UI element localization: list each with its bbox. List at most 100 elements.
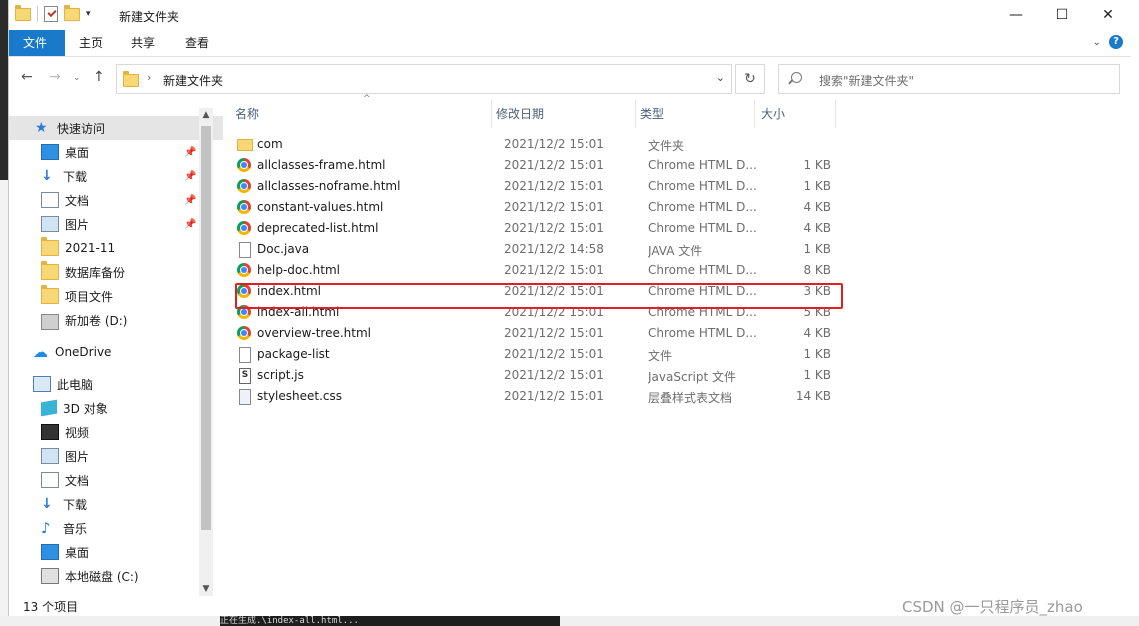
file-date: 2021/12/2 15:01 <box>504 347 604 361</box>
tab-file[interactable]: 文件 <box>9 30 65 56</box>
new-folder-icon[interactable] <box>64 4 80 21</box>
nav-item-videos[interactable]: 视频 <box>9 420 89 444</box>
column-header-name[interactable]: 名称 <box>235 100 259 128</box>
nav-item-2021-11[interactable]: 2021-11 <box>9 236 115 260</box>
file-name: allclasses-frame.html <box>257 158 386 172</box>
ribbon-right-controls: ⌄ ? <box>1093 35 1123 49</box>
nav-item-documents[interactable]: 文档 <box>9 188 89 212</box>
file-row[interactable]: Doc.java 2021/12/2 14:58 JAVA 文件 1 KB <box>233 239 835 260</box>
file-type: JAVA 文件 <box>648 244 703 258</box>
nav-label: 桌面 <box>65 145 90 160</box>
nav-item-pictures-pc[interactable]: 图片 <box>9 444 89 468</box>
path-separator-icon[interactable]: › <box>147 71 151 84</box>
nav-item-desktop-pc[interactable]: 桌面 <box>9 540 89 564</box>
recent-locations-icon[interactable]: ⌄ <box>73 73 81 83</box>
minimize-button[interactable]: — <box>993 0 1039 30</box>
chrome-html-icon <box>237 221 251 235</box>
file-date: 2021/12/2 15:01 <box>504 200 604 214</box>
scroll-up-icon[interactable]: ▲ <box>199 110 213 120</box>
nav-item-music[interactable]: ♪ 音乐 <box>9 516 87 540</box>
column-header-size[interactable]: 大小 <box>761 100 785 128</box>
file-date: 2021/12/2 15:01 <box>504 221 604 235</box>
expand-ribbon-icon[interactable]: ⌄ <box>1093 37 1101 48</box>
local-disk-icon <box>41 568 59 584</box>
column-divider[interactable] <box>835 100 836 128</box>
properties-icon[interactable] <box>44 6 58 22</box>
tab-view[interactable]: 查看 <box>171 30 223 56</box>
nav-label: 2021-11 <box>65 241 116 255</box>
nav-item-3d-objects[interactable]: 3D 对象 <box>9 396 108 420</box>
nav-item-local-disk-c[interactable]: 本地磁盘 (C:) <box>9 564 139 588</box>
nav-item-project-files[interactable]: 项目文件 <box>9 284 113 308</box>
nav-label: 新加卷 (D:) <box>65 313 128 328</box>
nav-item-documents-pc[interactable]: 文档 <box>9 468 89 492</box>
file-row[interactable]: help-doc.html 2021/12/2 15:01 Chrome HTM… <box>233 260 835 281</box>
column-divider[interactable] <box>635 100 636 128</box>
file-type: Chrome HTML D... <box>648 200 757 214</box>
file-size: 4 KB <box>803 221 831 235</box>
file-row[interactable]: deprecated-list.html 2021/12/2 15:01 Chr… <box>233 218 835 239</box>
nav-item-drive-d[interactable]: 新加卷 (D:) <box>9 308 127 332</box>
document-icon <box>41 472 59 488</box>
address-dropdown-icon[interactable]: ⌄ <box>716 71 725 84</box>
file-row[interactable]: package-list 2021/12/2 15:01 文件 1 KB <box>233 344 835 365</box>
file-row[interactable]: allclasses-noframe.html 2021/12/2 15:01 … <box>233 176 835 197</box>
scrollbar-thumb[interactable] <box>201 126 211 530</box>
window-controls: — ☐ ✕ <box>993 0 1131 30</box>
nav-item-db-backup[interactable]: 数据库备份 <box>9 260 125 284</box>
tab-share[interactable]: 共享 <box>117 30 169 56</box>
scroll-down-icon[interactable]: ▼ <box>199 584 213 594</box>
nav-label: OneDrive <box>55 345 112 359</box>
desktop-background-left-lower <box>0 180 8 626</box>
close-button[interactable]: ✕ <box>1085 0 1131 30</box>
column-header-date[interactable]: 修改日期 <box>496 100 544 128</box>
file-date: 2021/12/2 15:01 <box>504 137 604 151</box>
ribbon-tabs: 文件 主页 共享 查看 ⌄ ? <box>9 30 1131 57</box>
star-icon: ★ <box>35 120 48 136</box>
nav-label: 视频 <box>65 425 90 440</box>
back-icon[interactable]: ← <box>21 69 33 85</box>
address-bar[interactable]: › 新建文件夹 ⌄ <box>116 64 732 94</box>
nav-item-downloads[interactable]: ↓ 下载 <box>9 164 87 188</box>
column-header-type[interactable]: 类型 <box>640 100 664 128</box>
up-icon[interactable]: ↑ <box>93 69 105 85</box>
file-name: deprecated-list.html <box>257 221 379 235</box>
help-icon[interactable]: ? <box>1109 35 1123 49</box>
window-title: 新建文件夹 <box>119 10 180 24</box>
file-type: Chrome HTML D... <box>648 326 757 340</box>
file-date: 2021/12/2 15:01 <box>504 263 604 277</box>
file-row[interactable]: overview-tree.html 2021/12/2 15:01 Chrom… <box>233 323 835 344</box>
file-icon <box>239 242 251 258</box>
folder-icon <box>123 71 139 87</box>
file-row-com[interactable]: com 2021/12/2 15:01 文件夹 <box>233 134 835 155</box>
nav-item-desktop[interactable]: 桌面 <box>9 140 89 164</box>
pictures-icon <box>41 216 59 232</box>
customize-toolbar-dropdown-icon[interactable]: ▾ <box>86 9 91 19</box>
file-row[interactable]: constant-values.html 2021/12/2 15:01 Chr… <box>233 197 835 218</box>
chrome-html-icon <box>237 200 251 214</box>
file-row[interactable]: stylesheet.css 2021/12/2 15:01 层叠样式表文档 1… <box>233 386 835 407</box>
nav-item-downloads-pc[interactable]: ↓ 下载 <box>9 492 87 516</box>
tab-home[interactable]: 主页 <box>65 30 117 56</box>
file-type: 文件夹 <box>648 139 685 153</box>
chrome-html-icon <box>237 326 251 340</box>
folder-icon[interactable] <box>15 4 31 21</box>
nav-scrollbar[interactable]: ▲ ▼ <box>199 108 213 596</box>
address-path[interactable]: 新建文件夹 <box>163 72 223 89</box>
maximize-button[interactable]: ☐ <box>1039 0 1085 30</box>
forward-icon[interactable]: → <box>49 69 61 85</box>
file-row[interactable]: allclasses-frame.html 2021/12/2 15:01 Ch… <box>233 155 835 176</box>
toolbar-separator <box>37 6 38 22</box>
nav-item-this-pc[interactable]: 此电脑 <box>9 372 93 396</box>
file-list: ^ 名称 修改日期 类型 大小 com 2021/12/2 15:01 文件夹 … <box>227 94 1127 596</box>
refresh-button[interactable]: ↻ <box>735 64 765 94</box>
column-divider[interactable] <box>754 100 755 128</box>
file-size: 1 KB <box>803 179 831 193</box>
file-row[interactable]: S script.js 2021/12/2 15:01 JavaScript 文… <box>233 365 835 386</box>
file-name: Doc.java <box>257 242 310 256</box>
nav-item-onedrive[interactable]: ☁ OneDrive <box>9 340 111 364</box>
column-divider[interactable] <box>491 100 492 128</box>
nav-item-quick-access[interactable]: ★ 快速访问 <box>9 116 223 140</box>
nav-item-pictures[interactable]: 图片 <box>9 212 89 236</box>
search-input[interactable]: 搜索"新建文件夹" <box>778 64 1120 94</box>
